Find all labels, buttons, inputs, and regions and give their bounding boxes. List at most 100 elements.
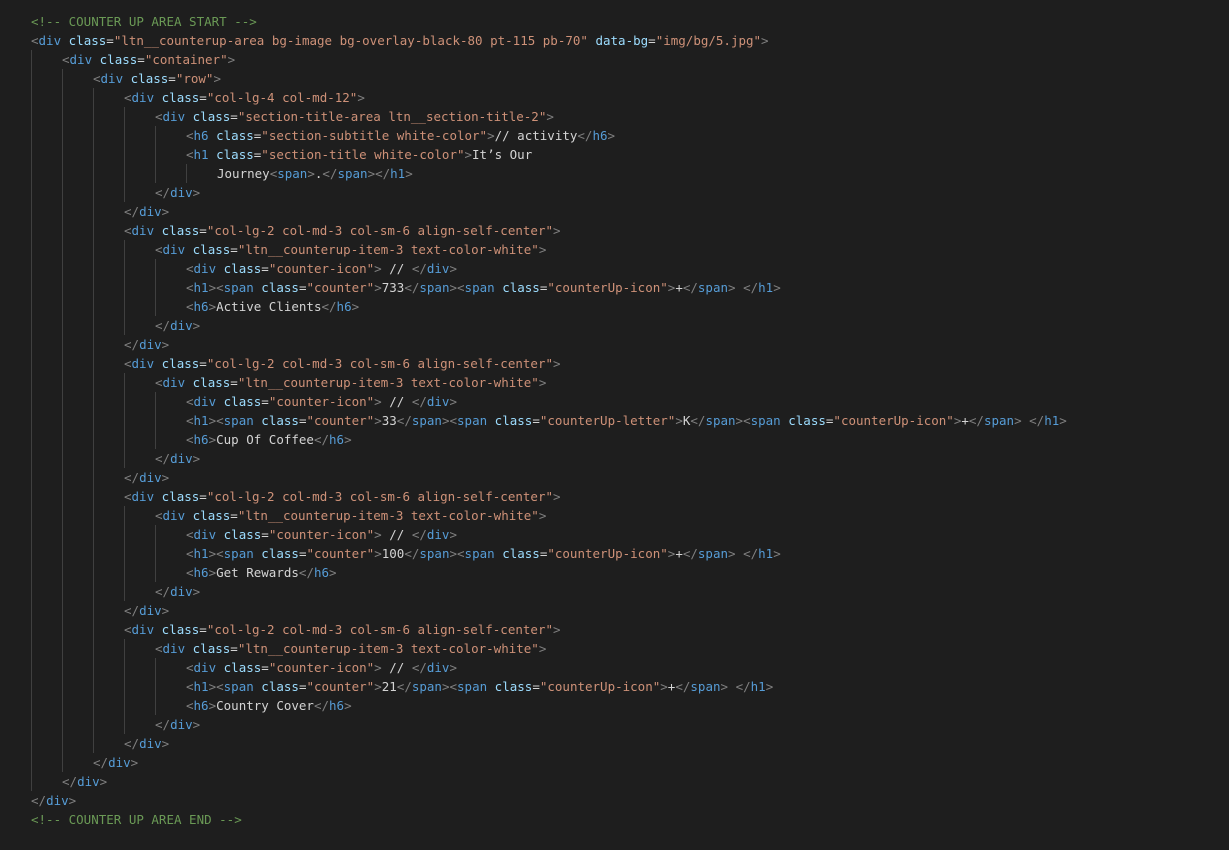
code-line[interactable]: <div class="counter-icon"> // </div> bbox=[31, 392, 1067, 411]
code-token-string: "counterUp-icon" bbox=[833, 413, 954, 428]
code-token-punct: </ bbox=[968, 413, 984, 428]
code-token-string: "counter" bbox=[306, 546, 375, 561]
code-token-text: // bbox=[381, 261, 412, 276]
code-line[interactable]: <!-- COUNTER UP AREA END --> bbox=[31, 810, 1067, 829]
code-line[interactable]: <h1><span class="counter">733</span><spa… bbox=[31, 278, 1067, 297]
code-line[interactable]: <div class="row"> bbox=[31, 69, 1067, 88]
code-editor[interactable]: <!-- COUNTER UP AREA START --> <div class… bbox=[0, 0, 1229, 850]
code-line[interactable]: </div> bbox=[31, 316, 1067, 335]
code-line[interactable]: </div> bbox=[31, 601, 1067, 620]
code-line[interactable]: <h1><span class="counter">100</span><spa… bbox=[31, 544, 1067, 563]
indent-guide bbox=[31, 677, 32, 696]
code-line[interactable]: <div class="counter-icon"> // </div> bbox=[31, 259, 1067, 278]
code-line[interactable]: <div class="ltn__counterup-item-3 text-c… bbox=[31, 506, 1067, 525]
code-line[interactable]: </div> bbox=[31, 202, 1067, 221]
code-line[interactable]: <div class="ltn__counterup-item-3 text-c… bbox=[31, 373, 1067, 392]
code-token-punct: < bbox=[31, 33, 39, 48]
code-token-punct: </ bbox=[298, 565, 314, 580]
code-line[interactable]: </div> bbox=[31, 734, 1067, 753]
code-token-attr: class bbox=[68, 33, 107, 48]
code-token-punct: > bbox=[130, 755, 139, 770]
code-line[interactable]: </div> bbox=[31, 791, 1067, 810]
code-token-punct: < bbox=[186, 546, 194, 561]
code-line[interactable]: <h6>Cup Of Coffee</h6> bbox=[31, 430, 1067, 449]
code-token-punct: </ bbox=[735, 679, 751, 694]
code-token-string: "col-lg-2 col-md-3 col-sm-6 align-self-c… bbox=[206, 622, 553, 637]
indent-guide bbox=[62, 126, 63, 145]
code-token-tag: span bbox=[411, 679, 442, 694]
code-line[interactable]: <!-- COUNTER UP AREA START --> bbox=[31, 12, 1067, 31]
code-token-attr: class bbox=[192, 109, 231, 124]
code-token-punct: > bbox=[449, 546, 458, 561]
code-line[interactable]: </div> bbox=[31, 449, 1067, 468]
indent-guide bbox=[93, 164, 94, 183]
code-line[interactable]: <div class="col-lg-2 col-md-3 col-sm-6 a… bbox=[31, 354, 1067, 373]
code-token-text: + bbox=[675, 546, 683, 561]
indent-guide bbox=[31, 563, 32, 582]
code-line[interactable]: </div> bbox=[31, 335, 1067, 354]
code-line[interactable]: <h1><span class="counter">33</span><span… bbox=[31, 411, 1067, 430]
code-line[interactable]: <div class="counter-icon"> // </div> bbox=[31, 525, 1067, 544]
code-line[interactable]: <div class="col-lg-2 col-md-3 col-sm-6 a… bbox=[31, 620, 1067, 639]
code-line[interactable]: <div class="col-lg-2 col-md-3 col-sm-6 a… bbox=[31, 221, 1067, 240]
code-token-punct: </ bbox=[124, 736, 140, 751]
code-token-tag: span bbox=[690, 679, 721, 694]
code-token-tag: h1 bbox=[1044, 413, 1060, 428]
code-line[interactable]: <div class="section-title-area ltn__sect… bbox=[31, 107, 1067, 126]
code-token-punct: > bbox=[192, 584, 201, 599]
code-line[interactable]: <h6 class="section-subtitle white-color"… bbox=[31, 126, 1067, 145]
code-line[interactable]: <h6>Active Clients</h6> bbox=[31, 297, 1067, 316]
code-line[interactable]: <h6>Get Rewards</h6> bbox=[31, 563, 1067, 582]
code-line[interactable]: </div> bbox=[31, 772, 1067, 791]
code-token-punct: > bbox=[773, 280, 781, 295]
code-area[interactable]: <!-- COUNTER UP AREA START --> <div class… bbox=[31, 12, 1067, 829]
code-line[interactable]: </div> bbox=[31, 715, 1067, 734]
code-token-punct: > bbox=[720, 679, 729, 694]
code-token-text: = bbox=[261, 261, 269, 276]
code-token-punct: > bbox=[329, 565, 337, 580]
code-token-tag: span bbox=[697, 546, 729, 561]
indent-guide bbox=[93, 107, 94, 126]
code-token-punct: < bbox=[216, 546, 224, 561]
code-line[interactable]: <div class="ltn__counterup-item-3 text-c… bbox=[31, 240, 1067, 259]
code-token-string: "img/bg/5.jpg" bbox=[655, 33, 762, 48]
indent-guide bbox=[62, 354, 63, 373]
code-token-string: "ltn__counterup-item-3 text-color-white" bbox=[237, 375, 539, 390]
code-token-punct: > bbox=[357, 90, 365, 105]
code-token-punct: < bbox=[124, 489, 132, 504]
code-line[interactable]: Journey<span>.</span></h1> bbox=[31, 164, 1067, 183]
code-token-text: + bbox=[675, 280, 683, 295]
code-token-punct: </ bbox=[404, 546, 420, 561]
code-token-text: It’s Our bbox=[472, 147, 533, 162]
indent-guide bbox=[93, 525, 94, 544]
code-token-punct: < bbox=[216, 679, 224, 694]
code-token-tag: div bbox=[139, 204, 162, 219]
code-line[interactable]: <div class="ltn__counterup-area bg-image… bbox=[31, 31, 1067, 50]
code-line[interactable]: </div> bbox=[31, 582, 1067, 601]
code-token-punct: </ bbox=[93, 755, 109, 770]
code-token-attr: class bbox=[261, 679, 299, 694]
code-token-punct: < bbox=[155, 641, 163, 656]
code-token-punct: < bbox=[124, 622, 132, 637]
code-line[interactable]: <div class="col-lg-4 col-md-12"> bbox=[31, 88, 1067, 107]
code-line[interactable]: </div> bbox=[31, 468, 1067, 487]
code-line[interactable]: <h1><span class="counter">21</span><span… bbox=[31, 677, 1067, 696]
code-token-string: "counter-icon" bbox=[268, 261, 375, 276]
code-line[interactable]: <div class="counter-icon"> // </div> bbox=[31, 658, 1067, 677]
code-line[interactable]: <div class="ltn__counterup-item-3 text-c… bbox=[31, 639, 1067, 658]
code-token-tag: span bbox=[464, 280, 495, 295]
code-line[interactable]: </div> bbox=[31, 183, 1067, 202]
code-token-tag: div bbox=[193, 261, 217, 276]
indent-guide bbox=[93, 430, 94, 449]
code-line[interactable]: <h1 class="section-title white-color">It… bbox=[31, 145, 1067, 164]
code-line[interactable]: <h6>Country Cover</h6> bbox=[31, 696, 1067, 715]
indent-guide bbox=[155, 126, 156, 145]
code-line[interactable]: <div class="col-lg-2 col-md-3 col-sm-6 a… bbox=[31, 487, 1067, 506]
code-token-punct: > bbox=[374, 413, 382, 428]
code-token-attr: class bbox=[161, 90, 200, 105]
code-line[interactable]: <div class="container"> bbox=[31, 50, 1067, 69]
code-line[interactable]: </div> bbox=[31, 753, 1067, 772]
